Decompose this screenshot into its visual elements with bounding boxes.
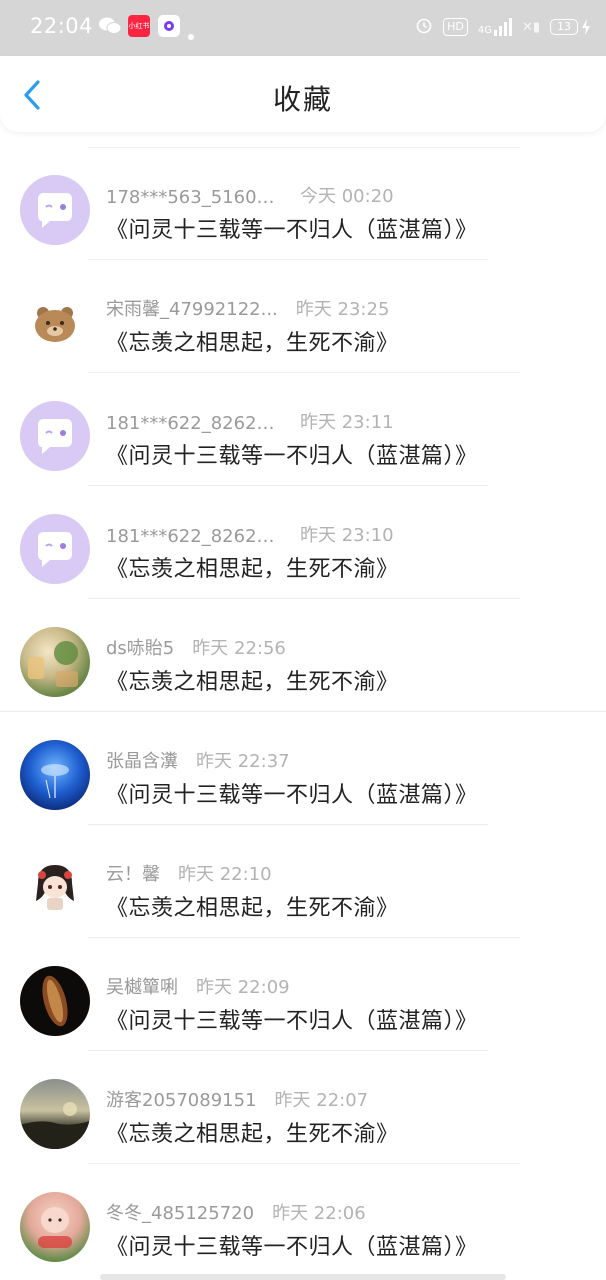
timestamp: 今天 00:20: [300, 186, 394, 207]
user-name[interactable]: 云！馨: [106, 860, 160, 886]
baby-photo-avatar-icon: [38, 1207, 72, 1248]
avatar[interactable]: [20, 514, 90, 584]
signal-4g-icon: 4G: [478, 18, 512, 36]
divider: [88, 1163, 520, 1164]
timestamp: 昨天 23:25: [295, 299, 390, 320]
timestamp: 昨天 23:11: [300, 412, 394, 433]
list-item[interactable]: ds哧貽5 昨天 22:56 《忘羡之相思起，生死不渝》: [0, 600, 606, 712]
divider: [88, 937, 520, 938]
timestamp: 昨天 22:07: [274, 1090, 369, 1111]
more-notifications-dot-icon: [188, 34, 194, 40]
anime-girl-avatar-icon: [36, 865, 74, 910]
avatar[interactable]: [20, 740, 90, 810]
avatar[interactable]: [20, 1079, 90, 1149]
story-title[interactable]: 《问灵十三载等一不归人（蓝湛篇）》: [106, 438, 478, 470]
avatar[interactable]: [20, 853, 90, 923]
timestamp: 昨天 22:56: [192, 638, 286, 659]
divider: [88, 485, 488, 486]
timestamp: 昨天 22:06: [272, 1203, 366, 1224]
user-name[interactable]: 181***622_82625...: [106, 413, 282, 434]
story-title[interactable]: 《忘羡之相思起，生死不渝》: [106, 1116, 399, 1148]
user-name[interactable]: 张晶含瀵: [106, 747, 178, 773]
story-title[interactable]: 《忘羡之相思起，生死不渝》: [106, 551, 399, 583]
story-title[interactable]: 《忘羡之相思起，生死不渝》: [106, 325, 399, 357]
divider: [88, 598, 520, 599]
bottom-scroll-indicator: [100, 1274, 506, 1280]
user-name[interactable]: 游客2057089151: [106, 1086, 257, 1112]
list-item[interactable]: 冬冬_485125720 昨天 22:06 《问灵十三载等一不归人（蓝湛篇）》: [0, 1165, 606, 1277]
avatar[interactable]: [20, 627, 90, 697]
item-meta: 游客2057089151 昨天 22:07: [106, 1086, 368, 1112]
status-time: 22:04: [30, 14, 94, 38]
user-name[interactable]: 181***622_82625...: [106, 526, 282, 547]
plants-photo-avatar-icon: [28, 641, 78, 687]
story-title[interactable]: 《忘羡之相思起，生死不渝》: [106, 664, 399, 696]
timestamp: 昨天 22:10: [178, 864, 272, 885]
user-name[interactable]: 吴樾簞唎: [106, 973, 178, 999]
story-title[interactable]: 《问灵十三载等一不归人（蓝湛篇）》: [106, 777, 478, 809]
item-meta: 冬冬_485125720 昨天 22:06: [106, 1199, 366, 1225]
sky-photo-avatar-icon: [41, 764, 69, 799]
status-right-icons: HD 4G ✕▮ 13: [415, 16, 592, 38]
status-bar: 22:04 小红书 HD 4G ✕▮ 13: [0, 0, 606, 56]
battery-level: 13: [550, 19, 578, 35]
list-item[interactable]: 178***563_51608... 今天 00:20 《问灵十三载等一不归人（蓝…: [0, 148, 606, 260]
timestamp: 昨天 22:09: [196, 977, 290, 998]
user-name[interactable]: 178***563_51608...: [106, 187, 282, 208]
story-title[interactable]: 《问灵十三载等一不归人（蓝湛篇）》: [106, 1003, 478, 1035]
xiaohongshu-icon: 小红书: [128, 15, 150, 37]
shell-photo-avatar-icon: [42, 975, 68, 1027]
sunset-photo-avatar-icon: [20, 1102, 90, 1149]
user-name[interactable]: 宋雨馨_47992122...: [106, 295, 278, 321]
item-meta: 178***563_51608... 今天 00:20: [106, 182, 394, 208]
divider: [88, 372, 520, 373]
story-title[interactable]: 《问灵十三载等一不归人（蓝湛篇）》: [106, 212, 478, 244]
list-item[interactable]: 吴樾簞唎 昨天 22:09 《问灵十三载等一不归人（蓝湛篇）》: [0, 939, 606, 1051]
item-meta: 张晶含瀵 昨天 22:37: [106, 747, 290, 773]
item-meta: 宋雨馨_47992122... 昨天 23:25: [106, 295, 389, 321]
divider: [88, 824, 488, 825]
list-item[interactable]: 游客2057089151 昨天 22:07 《忘羡之相思起，生死不渝》: [0, 1052, 606, 1164]
divider: [0, 711, 606, 712]
list-item[interactable]: 张晶含瀵 昨天 22:37 《问灵十三载等一不归人（蓝湛篇）》: [0, 713, 606, 825]
item-meta: 吴樾簞唎 昨天 22:09: [106, 973, 290, 999]
bear-avatar-icon: [35, 307, 75, 342]
avatar[interactable]: [20, 288, 90, 358]
list-item[interactable]: 181***622_82625... 昨天 23:10 《忘羡之相思起，生死不渝》: [0, 487, 606, 599]
network-type: 4G: [477, 25, 492, 36]
avatar[interactable]: [20, 401, 90, 471]
story-title[interactable]: 《问灵十三载等一不归人（蓝湛篇）》: [106, 1229, 478, 1261]
divider: [88, 259, 488, 260]
alarm-icon: [415, 16, 433, 38]
nav-header: 收藏: [0, 56, 606, 132]
list-item[interactable]: 181***622_82625... 昨天 23:11 《问灵十三载等一不归人（蓝…: [0, 374, 606, 486]
list-item[interactable]: 宋雨馨_47992122... 昨天 23:25 《忘羡之相思起，生死不渝》: [0, 261, 606, 373]
avatar[interactable]: [20, 966, 90, 1036]
battery-icon: 13: [550, 18, 592, 36]
app-notification-icon: [158, 15, 180, 37]
user-name[interactable]: ds哧貽5: [106, 634, 174, 660]
user-name[interactable]: 冬冬_485125720: [106, 1199, 254, 1225]
timestamp: 昨天 22:37: [196, 751, 290, 772]
item-meta: 云！馨 昨天 22:10: [106, 860, 272, 886]
avatar[interactable]: [20, 1192, 90, 1262]
chat-bubble-avatar-icon: [38, 532, 72, 567]
timestamp: 昨天 23:10: [300, 525, 394, 546]
chat-bubble-avatar-icon: [38, 193, 72, 228]
item-meta: 181***622_82625... 昨天 23:10: [106, 521, 394, 547]
story-title[interactable]: 《忘羡之相思起，生死不渝》: [106, 890, 399, 922]
chat-bubble-avatar-icon: [38, 419, 72, 454]
item-meta: ds哧貽5 昨天 22:56: [106, 634, 286, 660]
divider: [88, 1050, 488, 1051]
list-item[interactable]: 云！馨 昨天 22:10 《忘羡之相思起，生死不渝》: [0, 826, 606, 938]
page-title: 收藏: [272, 83, 333, 116]
item-meta: 181***622_82625... 昨天 23:11: [106, 408, 394, 434]
no-signal-icon: ✕▮: [521, 19, 540, 35]
hd-badge: HD: [443, 18, 468, 36]
avatar[interactable]: [20, 175, 90, 245]
